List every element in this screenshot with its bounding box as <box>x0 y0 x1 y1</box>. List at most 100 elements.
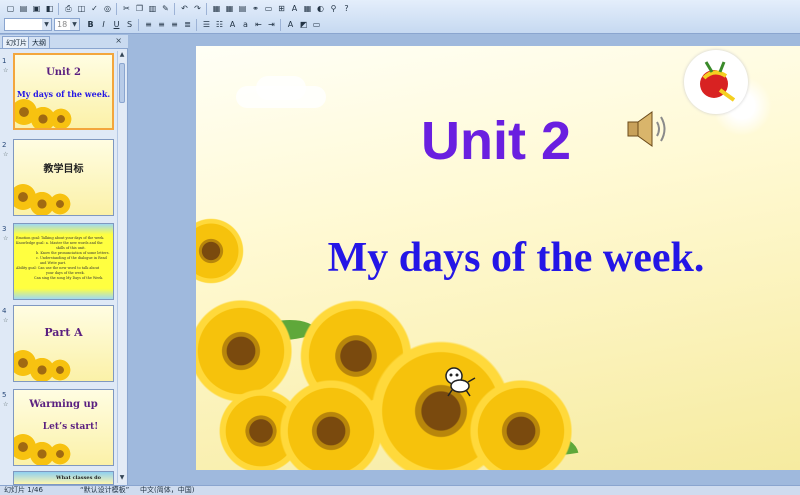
help-icon[interactable]: ? <box>340 2 353 15</box>
distribute-icon[interactable]: ≣ <box>181 18 194 31</box>
slide-number: 4 <box>2 307 7 315</box>
redo-icon[interactable]: ↷ <box>191 2 204 15</box>
open-icon[interactable]: ▤ <box>17 2 30 15</box>
increase-font-icon[interactable]: A <box>226 18 239 31</box>
table-icon[interactable]: ▦ <box>223 2 236 15</box>
chart-icon[interactable]: ▦ <box>210 2 223 15</box>
animation-star-icon: ☆ <box>3 235 9 242</box>
sunflower-icon <box>48 358 72 381</box>
permission-icon[interactable]: ◧ <box>43 2 56 15</box>
cloud <box>256 76 306 100</box>
cartoon-dog-icon <box>445 367 476 397</box>
research-icon[interactable]: ◎ <box>101 2 114 15</box>
close-icon[interactable]: × <box>115 36 122 45</box>
hyperlink-icon[interactable]: ⚭ <box>249 2 262 15</box>
slide-thumbnail-1[interactable]: Unit 2 My days of the week. <box>13 53 114 130</box>
numbering-icon[interactable]: ☰ <box>200 18 213 31</box>
language-status: 中文(简体，中国) <box>140 486 195 494</box>
grid-icon[interactable]: ▦ <box>301 2 314 15</box>
thumb-title: 教学目标 <box>43 164 84 175</box>
animation-star-icon: ☆ <box>3 67 9 74</box>
font-name-combo[interactable]: ▼ <box>4 18 52 31</box>
new-slide-btn-icon[interactable]: ▭ <box>310 18 323 31</box>
save-icon[interactable]: ▣ <box>30 2 43 15</box>
thumb-subtitle: Let’s start! <box>42 422 99 432</box>
slide-thumbnail-6[interactable]: What classes do <box>13 471 114 485</box>
speaker-icon[interactable] <box>624 108 672 150</box>
animation-star-icon: ☆ <box>3 401 9 408</box>
slide-thumbnail-3[interactable]: Emotion goal: Talking about your days of… <box>13 223 114 300</box>
paste-icon[interactable]: ▥ <box>146 2 159 15</box>
font-size-combo[interactable]: 18 ▼ <box>54 18 80 31</box>
animation-star-icon: ☆ <box>3 151 9 158</box>
chevron-down-icon: ▼ <box>70 19 79 30</box>
spelling-icon[interactable]: ✓ <box>88 2 101 15</box>
format-painter-icon[interactable]: ✎ <box>159 2 172 15</box>
preview-icon[interactable]: ◫ <box>75 2 88 15</box>
font-color-icon[interactable]: A <box>284 18 297 31</box>
slide-number: 2 <box>2 141 7 149</box>
sunflower-icon <box>48 442 72 465</box>
sunflower-icon <box>48 192 72 215</box>
slide-canvas[interactable]: Unit 2 My days of the week. <box>196 46 800 470</box>
thumb-subtitle: My days of the week. <box>16 89 111 99</box>
shadow-icon[interactable]: S <box>123 18 136 31</box>
align-left-icon[interactable]: ≡ <box>142 18 155 31</box>
thumb-title: Unit 2 <box>46 67 81 78</box>
slides-pane: 幻灯片 大纲 × 1 ☆ Unit 2 My days of the week.… <box>0 35 128 485</box>
thumb-body: Emotion goal: Talking about your days of… <box>16 236 110 280</box>
toolbar: ▢ ▤ ▣ ◧ ⎙ ◫ ✓ ◎ ✂ ❐ ▥ ✎ ↶ ↷ ▦ ▦ ▤ ⚭ ▭ ⊞ … <box>0 0 800 34</box>
chevron-down-icon: ▼ <box>42 19 51 30</box>
animation-star-icon: ☆ <box>3 317 9 324</box>
slide-number: 3 <box>2 225 7 233</box>
expand-icon[interactable]: ⊞ <box>275 2 288 15</box>
decrease-font-icon[interactable]: a <box>239 18 252 31</box>
slide-position: 幻灯片 1/46 <box>4 486 43 494</box>
new-icon[interactable]: ▢ <box>4 2 17 15</box>
bold-icon[interactable]: B <box>84 18 97 31</box>
slide-subtitle[interactable]: My days of the week. <box>256 234 776 282</box>
font-size-value: 18 <box>57 20 68 29</box>
scroll-down-icon[interactable]: ▼ <box>118 474 126 483</box>
print-icon[interactable]: ⎙ <box>62 2 75 15</box>
slide-number: 1 <box>2 57 7 65</box>
zoom-icon[interactable]: ⚲ <box>327 2 340 15</box>
tab-outline[interactable]: 大纲 <box>28 36 50 48</box>
slide-thumbnail-4[interactable]: Part A <box>13 305 114 382</box>
copy-icon[interactable]: ❐ <box>133 2 146 15</box>
design-icon[interactable]: ◩ <box>297 18 310 31</box>
thumb-title: Warming up <box>29 399 98 410</box>
thumb-title: What classes do <box>56 475 101 481</box>
emblem-logo <box>684 50 748 114</box>
underline-icon[interactable]: U <box>110 18 123 31</box>
new-slide-icon[interactable]: ▭ <box>262 2 275 15</box>
bullets-icon[interactable]: ☷ <box>213 18 226 31</box>
slide-title[interactable]: Unit 2 <box>366 110 626 172</box>
formatting-toolbar: ▼ 18 ▼ B I U S ≡ ≡ ≡ ≣ ☰ ☷ A a ⇤ ⇥ A ◩ ▭ <box>0 17 800 33</box>
sunflower-icon <box>196 216 246 286</box>
tab-slides[interactable]: 幻灯片 <box>2 36 31 48</box>
align-center-icon[interactable]: ≡ <box>155 18 168 31</box>
italic-icon[interactable]: I <box>97 18 110 31</box>
thumb-title: Part A <box>44 326 83 339</box>
decrease-indent-icon[interactable]: ⇤ <box>252 18 265 31</box>
slide-thumbnail-5[interactable]: Warming up Let’s start! <box>13 389 114 466</box>
sunflower-icon <box>49 107 73 128</box>
pane-scrollbar[interactable]: ▲ ▼ <box>117 51 126 483</box>
sunflower-icon <box>466 376 576 470</box>
scroll-thumb[interactable] <box>119 63 125 103</box>
slide-thumbnail-2[interactable]: 教学目标 <box>13 139 114 216</box>
standard-toolbar: ▢ ▤ ▣ ◧ ⎙ ◫ ✓ ◎ ✂ ❐ ▥ ✎ ↶ ↷ ▦ ▦ ▤ ⚭ ▭ ⊞ … <box>0 1 800 17</box>
design-template: “默认设计模板” <box>80 486 130 494</box>
emblem-icon <box>700 61 736 102</box>
cut-icon[interactable]: ✂ <box>120 2 133 15</box>
increase-indent-icon[interactable]: ⇥ <box>265 18 278 31</box>
show-formatting-icon[interactable]: A <box>288 2 301 15</box>
table-insert-icon[interactable]: ▤ <box>236 2 249 15</box>
undo-icon[interactable]: ↶ <box>178 2 191 15</box>
scroll-up-icon[interactable]: ▲ <box>118 51 126 60</box>
align-right-icon[interactable]: ≡ <box>168 18 181 31</box>
status-bar: 幻灯片 1/46 “默认设计模板” 中文(简体，中国) <box>0 485 800 495</box>
pane-tabs: 幻灯片 大纲 × <box>0 35 128 49</box>
color-icon[interactable]: ◐ <box>314 2 327 15</box>
